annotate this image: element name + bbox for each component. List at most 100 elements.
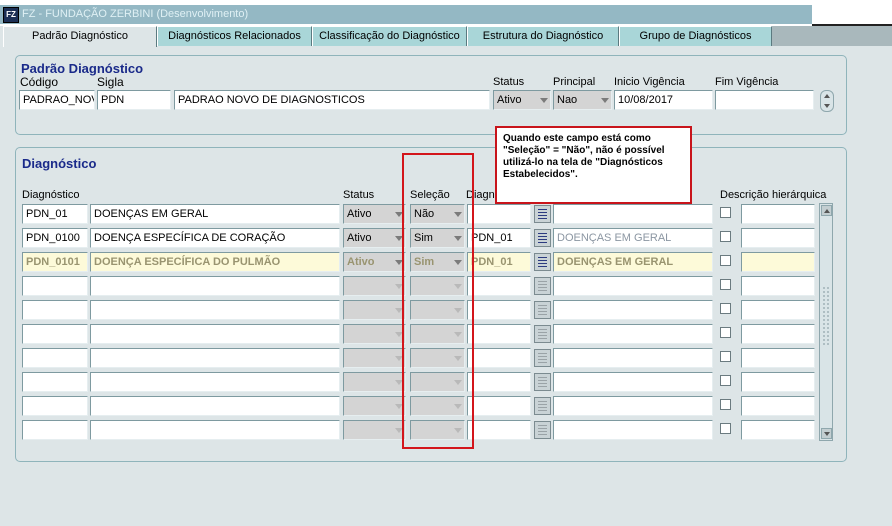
app-icon[interactable]: FZ xyxy=(3,7,19,23)
row-hierarquica-checkbox[interactable] xyxy=(720,375,731,386)
list-of-values-icon[interactable] xyxy=(534,397,551,415)
scroll-up-icon[interactable] xyxy=(821,205,832,216)
row-codigo-field[interactable]: PDN_01 xyxy=(22,204,88,224)
principal-select[interactable]: Nao xyxy=(553,90,612,110)
header-record-scroll[interactable] xyxy=(820,90,834,112)
row-descr-hierarquica-field[interactable] xyxy=(741,252,815,272)
row-descr-hierarquica-field[interactable] xyxy=(741,276,815,296)
row-status-select[interactable]: Ativo xyxy=(343,228,406,248)
row-descricao-field[interactable] xyxy=(90,420,340,440)
row-status-select[interactable]: Ativo xyxy=(343,252,406,272)
row-hierarquica-checkbox[interactable] xyxy=(720,351,731,362)
sigla-field[interactable]: PDN xyxy=(97,90,171,110)
row-descricao-field[interactable] xyxy=(90,348,340,368)
list-of-values-icon[interactable] xyxy=(534,229,551,247)
row-diag-pai-field[interactable] xyxy=(467,420,531,440)
list-of-values-icon[interactable] xyxy=(534,373,551,391)
row-diag-pai-field[interactable] xyxy=(467,324,531,344)
padrao-panel-title: Padrão Diagnóstico xyxy=(21,61,144,76)
row-codigo-field[interactable]: PDN_0101 xyxy=(22,252,88,272)
row-descricao-field[interactable] xyxy=(90,300,340,320)
status-select[interactable]: Ativo xyxy=(493,90,551,110)
row-status-select[interactable] xyxy=(343,300,406,320)
row-descr-hierarquica-field[interactable] xyxy=(741,324,815,344)
row-status-select[interactable] xyxy=(343,276,406,296)
list-of-values-icon[interactable] xyxy=(534,421,551,439)
row-hierarquica-checkbox[interactable] xyxy=(720,207,731,218)
row-descr-hierarquica-field[interactable] xyxy=(741,396,815,416)
tab-classificacao-diagnostico[interactable]: Classificação do Diagnóstico xyxy=(312,26,467,46)
row-status-select[interactable] xyxy=(343,324,406,344)
tab-diagnosticos-relacionados[interactable]: Diagnósticos Relacionados xyxy=(157,26,312,46)
row-diag-pai-field[interactable] xyxy=(467,348,531,368)
row-status-select[interactable] xyxy=(343,372,406,392)
sigla-label: Sigla xyxy=(97,75,124,89)
row-status-value: Ativo xyxy=(347,256,375,268)
row-status-select[interactable]: Ativo xyxy=(343,204,406,224)
row-diag-pai-field[interactable] xyxy=(467,300,531,320)
col-diagnostico-label: Diagnóstico xyxy=(22,189,80,201)
inicio-vigencia-field[interactable]: 10/08/2017 xyxy=(614,90,713,110)
row-hierarquica-checkbox[interactable] xyxy=(720,231,731,242)
row-descricao-field[interactable]: DOENÇAS EM GERAL xyxy=(90,204,340,224)
row-descr-hierarquica-field[interactable] xyxy=(741,204,815,224)
row-hierarquica-checkbox[interactable] xyxy=(720,423,731,434)
row-descr-hierarquica-field[interactable] xyxy=(741,420,815,440)
row-descricao-field[interactable] xyxy=(90,396,340,416)
fim-vigencia-field[interactable] xyxy=(715,90,814,110)
row-descr-hierarquica-field[interactable] xyxy=(741,348,815,368)
row-diag-pai-descricao xyxy=(553,348,713,368)
diagnostico-panel-title: Diagnóstico xyxy=(22,156,97,171)
row-descricao-field[interactable] xyxy=(90,324,340,344)
row-codigo-field[interactable] xyxy=(22,372,88,392)
row-codigo-field[interactable] xyxy=(22,324,88,344)
list-of-values-icon[interactable] xyxy=(534,325,551,343)
scroll-down-icon[interactable] xyxy=(821,428,832,439)
row-codigo-field[interactable] xyxy=(22,396,88,416)
row-descr-hierarquica-field[interactable] xyxy=(741,300,815,320)
chevron-down-icon xyxy=(540,98,548,103)
row-descr-hierarquica-field[interactable] xyxy=(741,372,815,392)
row-codigo-field[interactable] xyxy=(22,420,88,440)
row-status-select[interactable] xyxy=(343,420,406,440)
row-hierarquica-checkbox[interactable] xyxy=(720,279,731,290)
list-of-values-icon[interactable] xyxy=(534,253,551,271)
row-status-select[interactable] xyxy=(343,348,406,368)
row-diag-pai-field[interactable] xyxy=(467,204,531,224)
row-diag-pai-field[interactable] xyxy=(467,276,531,296)
list-of-values-icon[interactable] xyxy=(534,205,551,223)
row-diag-pai-field[interactable]: PDN_01 xyxy=(467,252,531,272)
status-label: Status xyxy=(493,76,525,88)
scroll-down-icon[interactable] xyxy=(822,101,833,112)
row-descr-hierarquica-field[interactable] xyxy=(741,228,815,248)
row-hierarquica-checkbox[interactable] xyxy=(720,399,731,410)
row-codigo-field[interactable] xyxy=(22,276,88,296)
row-codigo-field[interactable] xyxy=(22,300,88,320)
list-of-values-icon[interactable] xyxy=(534,301,551,319)
descricao-field[interactable]: PADRAO NOVO DE DIAGNOSTICOS xyxy=(174,90,490,110)
codigo-label: Código xyxy=(20,75,59,89)
tab-padrao-diagnostico[interactable]: Padrão Diagnóstico xyxy=(3,26,157,47)
fim-vigencia-label: Fim Vigência xyxy=(715,76,779,88)
row-status-select[interactable] xyxy=(343,396,406,416)
list-of-values-icon[interactable] xyxy=(534,277,551,295)
tab-grupo-diagnosticos[interactable]: Grupo de Diagnósticos xyxy=(619,26,772,46)
row-codigo-field[interactable] xyxy=(22,348,88,368)
row-hierarquica-checkbox[interactable] xyxy=(720,255,731,266)
row-diag-pai-field[interactable] xyxy=(467,372,531,392)
codigo-field[interactable]: PADRAO_NOV xyxy=(19,90,95,110)
row-descricao-field[interactable] xyxy=(90,372,340,392)
row-hierarquica-checkbox[interactable] xyxy=(720,327,731,338)
row-descricao-field[interactable]: DOENÇA ESPECÍFICA DE CORAÇÃO xyxy=(90,228,340,248)
row-diag-pai-field[interactable]: PDN_01 xyxy=(467,228,531,248)
row-descricao-field[interactable] xyxy=(90,276,340,296)
row-codigo-field[interactable]: PDN_0100 xyxy=(22,228,88,248)
row-diag-pai-descricao: DOENÇAS EM GERAL xyxy=(553,228,713,248)
tab-estrutura-diagnostico[interactable]: Estrutura do Diagnóstico xyxy=(467,26,619,46)
row-diag-pai-field[interactable] xyxy=(467,396,531,416)
row-hierarquica-checkbox[interactable] xyxy=(720,303,731,314)
list-of-values-icon[interactable] xyxy=(534,349,551,367)
row-diag-pai-descricao xyxy=(553,204,713,224)
row-descricao-field[interactable]: DOENÇA ESPECÍFICA DO PULMÃO xyxy=(90,252,340,272)
resize-grip xyxy=(822,286,830,346)
